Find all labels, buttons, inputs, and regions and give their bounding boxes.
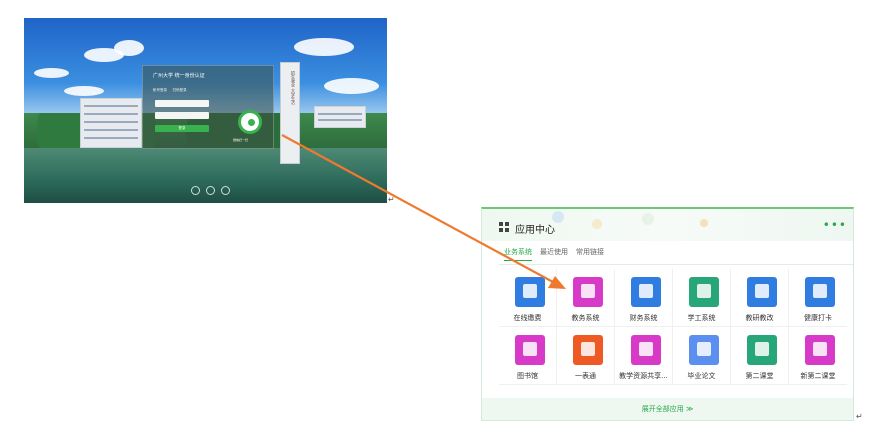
report-icon [573,335,603,365]
login-page-screenshot: 招生就业 大学生活 广州大学 统一身份认证 帐号登录 扫码登录 登录 微信扫一扫 [24,18,387,203]
cloud [34,68,69,78]
more-icon[interactable]: ••• [823,218,847,232]
library-icon [515,335,545,365]
app-tile-second-classroom[interactable]: 第二课堂 [731,327,789,385]
tab-business-systems[interactable]: 业务系统 [504,247,532,261]
cloud [294,38,354,56]
tab-divider [499,264,853,265]
qr-note: 微信扫一扫 [233,138,249,142]
payment-icon [515,277,545,307]
app-label: 健康打卡 [804,314,832,322]
carousel-next-icon[interactable] [221,186,230,195]
app-tile-health-checkin[interactable]: 健康打卡 [789,269,847,327]
app-label: 一表通 [575,372,596,380]
books-icon [689,335,719,365]
cloud [324,78,379,94]
id-card-icon [689,277,719,307]
cloud [114,40,144,56]
qr-code-icon[interactable] [238,110,262,134]
resource-icon [631,335,661,365]
app-tile-online-payment[interactable]: 在线缴费 [499,269,557,327]
app-label: 教学资源共享... [619,372,668,380]
tab-account-login[interactable]: 帐号登录 [153,88,167,92]
decor-dot [592,219,602,229]
campus-building [80,98,142,148]
app-label: 第二课堂 [745,372,774,380]
new-classroom-icon [805,335,835,365]
app-label: 教研教改 [745,314,774,322]
campus-building [314,106,366,128]
carousel-dots [191,186,230,195]
app-tile-finance[interactable]: 财务系统 [615,269,673,327]
app-center-panel: 应用中心 ••• 业务系统 最近使用 常用链接 在线缴费 教务系统 财务系统 学… [481,207,854,421]
grid-icon [499,222,509,232]
app-tile-one-form[interactable]: 一表通 [557,327,615,385]
app-label: 毕业论文 [687,372,716,380]
carousel-prev-icon[interactable] [191,186,200,195]
flag-icon [747,335,777,365]
app-tile-new-second-classroom[interactable]: 新第二课堂 [789,327,847,385]
campus-tower: 招生就业 大学生活 [280,62,300,164]
return-mark: ↵ [856,412,863,421]
login-panel: 广州大学 统一身份认证 帐号登录 扫码登录 登录 微信扫一扫 [142,65,274,149]
app-tile-teaching-reform[interactable]: 教研教改 [731,269,789,327]
presentation-icon [747,277,777,307]
app-label: 图书馆 [517,372,538,380]
app-tile-student-affairs[interactable]: 学工系统 [673,269,731,327]
tab-recently-used[interactable]: 最近使用 [540,247,568,261]
app-label: 学工系统 [687,314,716,322]
system-title: 广州大学 统一身份认证 [153,73,205,79]
user-check-icon [805,277,835,307]
decor-dot [700,219,708,227]
app-label: 教务系统 [571,314,600,322]
app-label: 财务系统 [629,314,658,322]
decor-dot [642,213,654,225]
tower-text: 招生就业 大学生活 [291,71,296,105]
app-center-tabs: 业务系统 最近使用 常用链接 [504,247,604,261]
cloud [64,86,104,96]
login-tabs: 帐号登录 扫码登录 [153,88,187,93]
app-tile-library[interactable]: 图书馆 [499,327,557,385]
app-tile-academic-affairs[interactable]: 教务系统 [557,269,615,327]
finance-icon [631,277,661,307]
password-field[interactable] [155,112,209,119]
tab-qr-login[interactable]: 扫码登录 [173,88,187,92]
app-tile-thesis[interactable]: 毕业论文 [673,327,731,385]
username-field[interactable] [155,100,209,107]
login-button[interactable]: 登录 [155,125,209,132]
app-label: 在线缴费 [513,314,542,322]
app-center-title: 应用中心 [515,225,555,236]
app-label: 新第二课堂 [800,372,836,380]
return-mark: ↵ [388,195,395,204]
app-tile-resource-sharing[interactable]: 教学资源共享... [615,327,673,385]
tab-common-links[interactable]: 常用链接 [576,247,604,261]
briefcase-icon [573,277,603,307]
carousel-dot-icon[interactable] [206,186,215,195]
app-grid: 在线缴费 教务系统 财务系统 学工系统 教研教改 健康打卡 图书馆 一表通 教学… [499,269,849,385]
expand-all-apps-button[interactable]: 展开全部应用 ≫ [482,398,853,420]
